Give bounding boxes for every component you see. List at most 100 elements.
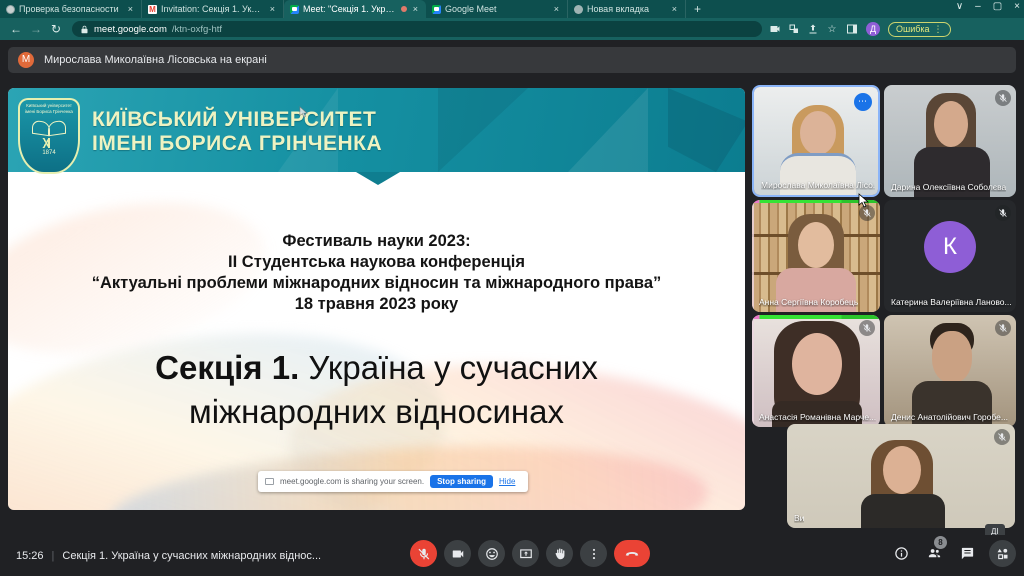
section-title: Секція 1. Україна у сучасних міжнародних… [8,346,745,434]
stop-sharing-button[interactable]: Stop sharing [430,475,493,488]
clock-time: 15:26 [16,550,44,562]
event-line: Фестиваль науки 2023: [8,231,745,252]
gmail-icon: M [148,5,157,14]
tab-capture-icon[interactable] [769,23,781,35]
address-bar[interactable]: meet.google.com/ktn-oxfg-htf [72,21,762,37]
mic-off-icon [859,320,875,336]
video-tile-anastasiia[interactable]: Анастасія Романівна Марче... [752,315,880,427]
event-line: “Актуальні проблеми міжнародних відносин… [8,273,745,294]
tab-title: Проверка безопасности [19,4,122,14]
more-options-button[interactable] [580,540,607,567]
reload-icon[interactable]: ↻ [46,22,66,36]
header-pattern [438,88,528,172]
url-domain: meet.google.com [94,24,167,35]
video-tile-daryna[interactable]: Дарина Олексіївна Соболєва [884,85,1016,197]
tab-meet-active[interactable]: Meet: "Секція 1. Україна у с × [284,0,426,18]
participant-name: Катерина Валеріївна Ланово... [891,297,1012,307]
chat-button[interactable] [956,543,978,565]
university-logo: Київський університет імені Бориса Грінч… [18,98,80,174]
participant-name: Анна Сергіївна Коробець [759,297,858,307]
present-screen-button[interactable] [512,540,539,567]
browser-toolbar: ← → ↻ meet.google.com/ktn-oxfg-htf ☆ Д О… [0,18,1024,40]
video-tile-anna[interactable]: Анна Сергіївна Коробець [752,200,880,312]
new-tab-button[interactable]: + [686,0,709,18]
open-book-icon [32,117,66,137]
raise-hand-button[interactable] [546,540,573,567]
university-name: КИЇВСЬКИЙ УНІВЕРСИТЕТ ІМЕНІ БОРИСА ГРІНЧ… [92,108,382,156]
video-tile-denys[interactable]: Денис Анатолійович Горобе... [884,315,1016,427]
presenting-banner: М Мирослава Миколаївна Лісовська на екра… [8,47,1016,73]
tab-new-tab[interactable]: Новая вкладка × [568,0,686,18]
hide-link[interactable]: Hide [499,477,515,486]
video-tile-kateryna[interactable]: К Катерина Валеріївна Ланово... [884,200,1016,312]
recording-indicator-icon [401,6,407,12]
tab-title: Новая вкладка [587,4,666,14]
bookmark-star-icon[interactable]: ☆ [825,24,839,35]
mic-off-icon [995,90,1011,106]
minimize-icon[interactable]: – [975,1,981,12]
tab-title: Invitation: Секція 1. Україна у су [161,4,264,14]
share-icon[interactable] [807,23,819,35]
header-notch [356,172,400,185]
logo-year: 1874 [20,150,78,156]
presenter-avatar: М [18,52,34,68]
meet-icon [432,5,441,14]
rays-icon [34,138,64,148]
section-number: Секція 1. [155,349,299,386]
section-name-line2: міжнародних відносинах [8,390,745,434]
profile-avatar[interactable]: Д [866,22,880,36]
video-artifact-edge [752,315,754,427]
close-tab-icon[interactable]: × [670,4,679,14]
tab-google-meet[interactable]: Google Meet × [426,0,568,18]
close-tab-icon[interactable]: × [126,4,135,14]
meet-icon [290,5,299,14]
video-artifact-bar [752,315,880,319]
close-tab-icon[interactable]: × [552,4,561,14]
camera-toggle-button[interactable] [444,540,471,567]
window-controls: ∨ – ▢ × [956,1,1020,12]
tab-title: Meet: "Секція 1. Україна у с [303,4,397,14]
close-tab-icon[interactable]: × [411,4,420,14]
mic-off-icon [994,429,1010,445]
close-window-icon[interactable]: × [1014,1,1020,12]
meeting-panels: 8 [890,540,1016,567]
call-controls [410,540,650,567]
logo-text: Київський університет [20,103,78,109]
activities-button[interactable] [989,540,1016,567]
forward-icon[interactable]: → [26,22,46,36]
divider: | [52,550,55,562]
mic-off-icon [995,205,1011,221]
back-icon[interactable]: ← [6,22,26,36]
meeting-title: Секція 1. Україна у сучасних міжнародних… [62,550,321,562]
maximize-icon[interactable]: ▢ [993,1,1002,12]
header-pattern [568,88,648,172]
video-tile-myroslava[interactable]: ⋯ Мирослава Миколаївна Лісо... [752,85,880,197]
reactions-button[interactable] [478,540,505,567]
tab-invitation[interactable]: M Invitation: Секція 1. Україна у су × [142,0,284,18]
screen-share-notification: meet.google.com is sharing your screen. … [258,471,528,492]
kebab-menu-icon[interactable]: ⋮ [934,24,943,35]
globe-icon [574,5,583,14]
shared-screen-slide: Київський університет імені Бориса Грінч… [8,88,745,510]
meeting-info: 15:26 | Секція 1. Україна у сучасних між… [16,550,376,562]
side-panel-icon[interactable] [846,23,858,35]
close-tab-icon[interactable]: × [268,4,277,14]
video-artifact-edge [752,200,754,312]
mic-toggle-button[interactable] [410,540,437,567]
info-button[interactable] [890,543,912,565]
mic-off-icon [995,320,1011,336]
share-notice-text: meet.google.com is sharing your screen. [280,477,424,486]
header-pattern [668,88,745,172]
translate-icon[interactable] [788,23,800,35]
tile-options-button[interactable]: ⋯ [854,93,872,111]
self-video-tile[interactable]: Ви [787,424,1015,528]
people-button[interactable]: 8 [923,543,945,565]
browser-window: Проверка безопасности × M Invitation: Се… [0,0,1024,576]
error-extension-button[interactable]: Ошибка ⋮ [888,22,951,37]
tab-security-check[interactable]: Проверка безопасности × [0,0,142,18]
university-line2: ІМЕНІ БОРИСА ГРІНЧЕНКА [92,132,382,156]
browser-menu-icon[interactable]: ∨ [956,1,963,12]
participant-initial-avatar: К [924,221,976,273]
participant-name: Денис Анатолійович Горобе... [891,412,1008,422]
leave-call-button[interactable] [614,540,650,567]
